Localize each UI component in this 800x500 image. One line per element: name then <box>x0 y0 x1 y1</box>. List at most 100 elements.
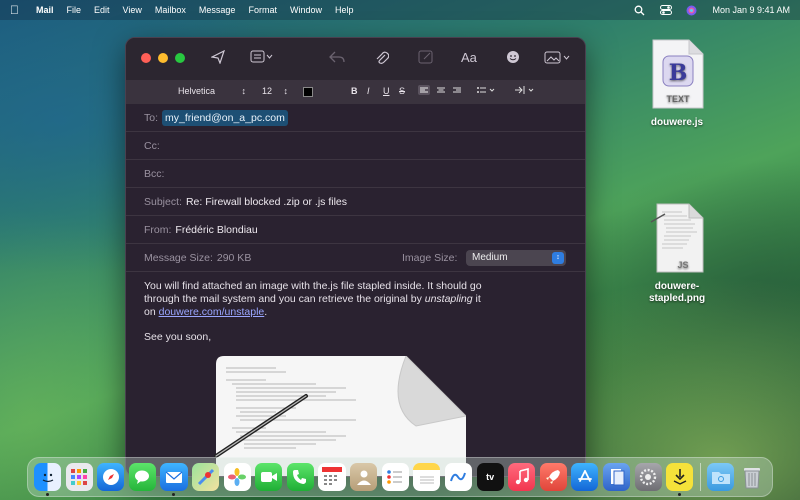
menu-format[interactable]: Format <box>248 5 277 15</box>
image-size-label: Image Size: <box>402 252 458 264</box>
settings-icon[interactable] <box>634 463 662 491</box>
chevron-updown-icon: ↕ <box>283 86 289 96</box>
contacts-icon[interactable] <box>350 463 378 491</box>
file-letter: B <box>669 60 688 86</box>
spotlight-search-icon[interactable] <box>634 5 646 16</box>
italic-button[interactable]: I <box>367 86 370 96</box>
strikethrough-button[interactable]: S <box>399 86 405 96</box>
folder-icon[interactable] <box>707 463 735 491</box>
control-center-icon[interactable] <box>660 5 673 15</box>
music-icon[interactable] <box>508 463 536 491</box>
menu-help[interactable]: Help <box>335 5 354 15</box>
markup-icon[interactable] <box>418 50 434 67</box>
body-line-3-pre: on <box>144 306 159 318</box>
font-family-select[interactable]: Helvetica ↕ <box>178 86 246 96</box>
body-line-1: You will find attached an image with the… <box>144 280 482 292</box>
facetime-icon[interactable] <box>255 463 283 491</box>
freeform-icon[interactable] <box>444 463 473 491</box>
size-bar: Message Size: 290 KB Image Size: Medium … <box>126 244 585 272</box>
safari-icon[interactable] <box>97 463 125 491</box>
to-field[interactable]: To: my_friend@on_a_pc.com <box>126 104 585 132</box>
menu-app-name[interactable]: Mail <box>36 5 54 15</box>
subject-field[interactable]: Subject: Re: Firewall blocked .zip or .j… <box>126 188 585 216</box>
apple-menu-icon[interactable]:  <box>10 3 26 17</box>
align-right-icon[interactable] <box>451 85 463 97</box>
list-style-icon[interactable] <box>476 85 496 97</box>
phone-icon[interactable] <box>286 463 314 491</box>
menu-edit[interactable]: Edit <box>94 5 110 15</box>
notes-icon[interactable] <box>413 463 441 491</box>
reply-icon[interactable] <box>329 50 345 67</box>
menu-clock[interactable]: Mon Jan 9 9:41 AM <box>712 5 790 15</box>
image-size-select[interactable]: Medium ↕ <box>466 250 566 266</box>
trash-icon[interactable] <box>739 463 766 491</box>
photos-icon[interactable] <box>223 463 251 491</box>
message-size-label: Message Size: <box>144 251 213 264</box>
recipient-token[interactable]: my_friend@on_a_pc.com <box>162 109 288 126</box>
menu-mailbox[interactable]: Mailbox <box>155 5 186 15</box>
to-label: To: <box>144 111 159 124</box>
body-line-2-post: it <box>472 293 481 305</box>
send-icon[interactable] <box>210 49 226 67</box>
siri-icon[interactable] <box>686 5 698 16</box>
file-type-badge: TEXT <box>666 94 690 104</box>
font-family-value: Helvetica <box>178 86 216 96</box>
desktop-file-douwere-js[interactable]: B TEXT douwere.js <box>632 38 722 129</box>
mail-icon[interactable] <box>160 463 188 496</box>
subject-value[interactable]: Re: Firewall blocked .zip or .js files <box>186 196 347 208</box>
maps-icon[interactable] <box>192 463 220 491</box>
messages-icon[interactable] <box>128 463 156 491</box>
header-fields: To: my_friend@on_a_pc.com Cc: Bcc: Subje… <box>126 104 585 272</box>
preview-icon[interactable] <box>602 463 631 491</box>
menu-message[interactable]: Message <box>199 5 236 15</box>
underline-button[interactable]: U <box>383 86 390 96</box>
menu-file[interactable]: File <box>67 5 82 15</box>
subject-label: Subject: <box>144 195 182 208</box>
message-body[interactable]: You will find attached an image with the… <box>126 272 585 364</box>
compose-toolbar: Aa <box>126 38 585 80</box>
appstore-icon[interactable] <box>571 463 599 491</box>
cc-field[interactable]: Cc: <box>126 132 585 160</box>
from-value[interactable]: Frédéric Blondiau <box>175 224 257 236</box>
calendar-icon[interactable] <box>318 463 346 491</box>
rocket-icon[interactable] <box>539 463 567 491</box>
stapler-icon[interactable] <box>666 463 694 496</box>
close-window-button[interactable] <box>141 53 151 63</box>
bold-button[interactable]: B <box>351 86 358 96</box>
desktop-file-label: douwere.js <box>650 117 704 128</box>
from-label: From: <box>144 223 172 236</box>
menu-view[interactable]: View <box>123 5 142 15</box>
format-text-icon[interactable]: Aa <box>461 50 477 65</box>
finder-icon[interactable] <box>34 463 62 496</box>
emoji-icon[interactable] <box>506 50 520 67</box>
text-color-swatch[interactable] <box>303 87 313 97</box>
minimize-window-button[interactable] <box>158 53 168 63</box>
zoom-window-button[interactable] <box>175 53 185 63</box>
header-fields-icon[interactable] <box>250 50 274 67</box>
signoff: See you soon, <box>144 331 212 343</box>
align-center-icon[interactable] <box>435 85 447 97</box>
desktop-file-douwere-stapled-png[interactable]: JS douwere- stapled.png <box>632 202 722 305</box>
font-size-select[interactable]: 12 ↕ <box>262 86 288 96</box>
image-document-icon: JS <box>650 203 704 273</box>
dock-separator <box>699 463 701 491</box>
attachment-icon[interactable] <box>375 50 390 69</box>
menu-bar:  Mail File Edit View Mailbox Message Fo… <box>0 0 800 20</box>
indent-icon[interactable] <box>514 85 536 97</box>
cc-label: Cc: <box>144 139 160 152</box>
chevron-updown-icon: ↕ <box>552 252 564 264</box>
body-line-2-pre: through the mail system and you can retr… <box>144 293 425 305</box>
reminders-icon[interactable] <box>381 463 409 491</box>
bcc-field[interactable]: Bcc: <box>126 160 585 188</box>
text-document-icon: B TEXT <box>652 39 704 109</box>
tv-icon[interactable]: tv <box>476 463 504 491</box>
chevron-updown-icon: ↕ <box>241 86 247 96</box>
align-left-icon[interactable] <box>418 85 430 97</box>
launchpad-icon[interactable] <box>65 463 93 491</box>
photo-browser-icon[interactable] <box>544 50 572 67</box>
desktop-file-label-line2: stapled.png <box>648 293 706 304</box>
unstaple-link[interactable]: douwere.com/unstaple <box>159 306 265 318</box>
from-field[interactable]: From: Frédéric Blondiau <box>126 216 585 244</box>
menu-window[interactable]: Window <box>290 5 322 15</box>
format-bar: Helvetica ↕ 12 ↕ B I U S <box>126 80 585 104</box>
